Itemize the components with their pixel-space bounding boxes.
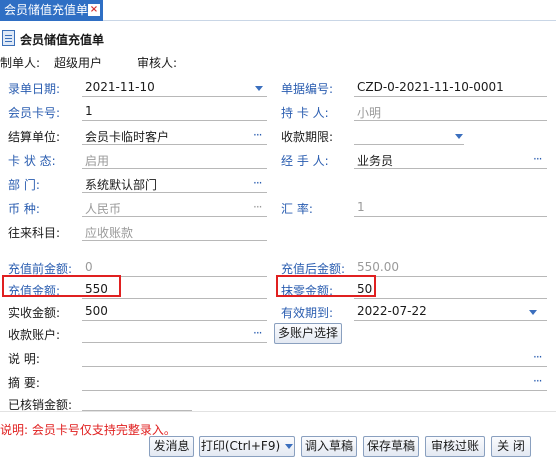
chevron-down-icon[interactable] bbox=[529, 310, 537, 315]
browse-icon: ··· bbox=[253, 200, 263, 214]
received-amount-label: 实收金额: bbox=[8, 306, 61, 320]
department-label: 部 门: bbox=[8, 178, 40, 192]
valid-until-label: 有效期到: bbox=[281, 306, 334, 320]
card-no-field[interactable]: 1 bbox=[85, 104, 93, 118]
tab-label: 会员储值充值单 bbox=[4, 3, 89, 17]
load-draft-button[interactable]: 调入草稿 bbox=[301, 436, 357, 457]
valid-until-field[interactable]: 2022-07-22 bbox=[357, 304, 427, 318]
handler-underline bbox=[354, 168, 547, 169]
tab-bar: 会员储值充值单 × bbox=[0, 0, 556, 21]
handler-label: 经 手 人: bbox=[281, 154, 329, 168]
browse-icon[interactable]: ··· bbox=[253, 327, 263, 339]
received-amount-underline bbox=[82, 320, 267, 321]
save-draft-button[interactable]: 保存草稿 bbox=[363, 436, 419, 457]
send-message-button[interactable]: 发消息 bbox=[149, 436, 194, 457]
maker-label: 制单人: bbox=[0, 56, 41, 70]
account-subject-underline bbox=[82, 240, 267, 241]
currency-label: 币 种: bbox=[8, 202, 40, 216]
browse-icon[interactable]: ··· bbox=[533, 375, 543, 387]
exchange-rate-field: 1 bbox=[357, 200, 365, 214]
divider bbox=[0, 411, 556, 412]
chevron-down-icon[interactable] bbox=[455, 134, 463, 139]
card-status-field: 启用 bbox=[85, 154, 110, 168]
browse-icon[interactable]: ··· bbox=[253, 129, 263, 141]
card-status-label: 卡 状 态: bbox=[8, 154, 56, 168]
receive-account-underline bbox=[82, 342, 267, 343]
after-amount-underline bbox=[354, 276, 547, 277]
maker-value: 超级用户 bbox=[54, 56, 103, 70]
card-no-label: 会员卡号: bbox=[8, 106, 61, 120]
summary-label: 摘 要: bbox=[8, 376, 40, 390]
summary-underline bbox=[82, 390, 547, 391]
pay-period-label: 收款期限: bbox=[281, 130, 334, 144]
close-icon[interactable]: × bbox=[88, 4, 100, 16]
settle-unit-label: 结算单位: bbox=[8, 130, 61, 144]
receive-account-label: 收款账户: bbox=[8, 328, 61, 342]
handler-field[interactable]: 业务员 bbox=[357, 152, 393, 169]
doc-no-label: 单据编号: bbox=[281, 82, 334, 96]
exchange-rate-label: 汇 率: bbox=[281, 202, 313, 216]
rounding-amount-underline bbox=[354, 298, 547, 299]
browse-icon[interactable]: ··· bbox=[253, 177, 263, 189]
settle-unit-underline bbox=[82, 144, 267, 145]
print-button[interactable]: 打印(Ctrl+F9) bbox=[199, 436, 295, 457]
doc-no-field[interactable]: CZD-0-2021-11-10-0001 bbox=[357, 80, 504, 94]
entry-date-underline bbox=[82, 96, 267, 97]
settle-unit-field[interactable]: 会员卡临时客户 bbox=[85, 128, 169, 145]
print-button-label: 打印(Ctrl+F9) bbox=[200, 439, 281, 453]
explanation-label: 说 明: bbox=[8, 352, 40, 366]
form-title: 会员储值充值单 bbox=[20, 33, 105, 47]
recharge-amount-underline bbox=[82, 298, 267, 299]
entry-date-label: 录单日期: bbox=[8, 82, 61, 96]
explanation-underline bbox=[82, 366, 547, 367]
close-button[interactable]: 关 闭 bbox=[491, 436, 531, 457]
browse-icon[interactable]: ··· bbox=[533, 351, 543, 363]
before-amount-field: 0 bbox=[85, 260, 93, 274]
after-amount-field: 550.00 bbox=[357, 260, 399, 274]
highlight-box-rounding bbox=[276, 275, 376, 297]
holder-field: 小明 bbox=[357, 106, 382, 120]
chevron-down-icon bbox=[285, 444, 294, 449]
card-status-underline bbox=[82, 168, 267, 169]
holder-label: 持 卡 人: bbox=[281, 106, 329, 120]
holder-underline bbox=[354, 120, 547, 121]
card-no-underline bbox=[82, 120, 267, 121]
browse-icon[interactable]: ··· bbox=[533, 153, 543, 165]
exchange-rate-underline bbox=[354, 216, 547, 217]
tab-recharge-form[interactable]: 会员储值充值单 × bbox=[0, 0, 103, 21]
highlight-box-recharge bbox=[2, 275, 121, 297]
pay-period-underline bbox=[354, 144, 464, 145]
currency-field: 人民币 bbox=[85, 202, 122, 216]
doc-no-underline bbox=[354, 96, 547, 97]
department-field[interactable]: 系统默认部门 bbox=[85, 176, 157, 193]
document-icon bbox=[2, 30, 15, 46]
valid-until-underline bbox=[354, 320, 547, 321]
entry-date-field[interactable]: 2021-11-10 bbox=[85, 80, 155, 94]
department-underline bbox=[82, 192, 267, 193]
chevron-down-icon[interactable] bbox=[255, 86, 263, 91]
received-amount-field[interactable]: 500 bbox=[85, 304, 108, 318]
auditor-label: 审核人: bbox=[137, 56, 178, 70]
account-subject-field: 应收账款 bbox=[85, 226, 134, 240]
multi-account-button[interactable]: 多账户选择 bbox=[274, 323, 342, 344]
currency-underline bbox=[82, 216, 267, 217]
account-subject-label: 往来科目: bbox=[8, 226, 61, 240]
audit-pass-button[interactable]: 审核过账 bbox=[425, 436, 485, 457]
